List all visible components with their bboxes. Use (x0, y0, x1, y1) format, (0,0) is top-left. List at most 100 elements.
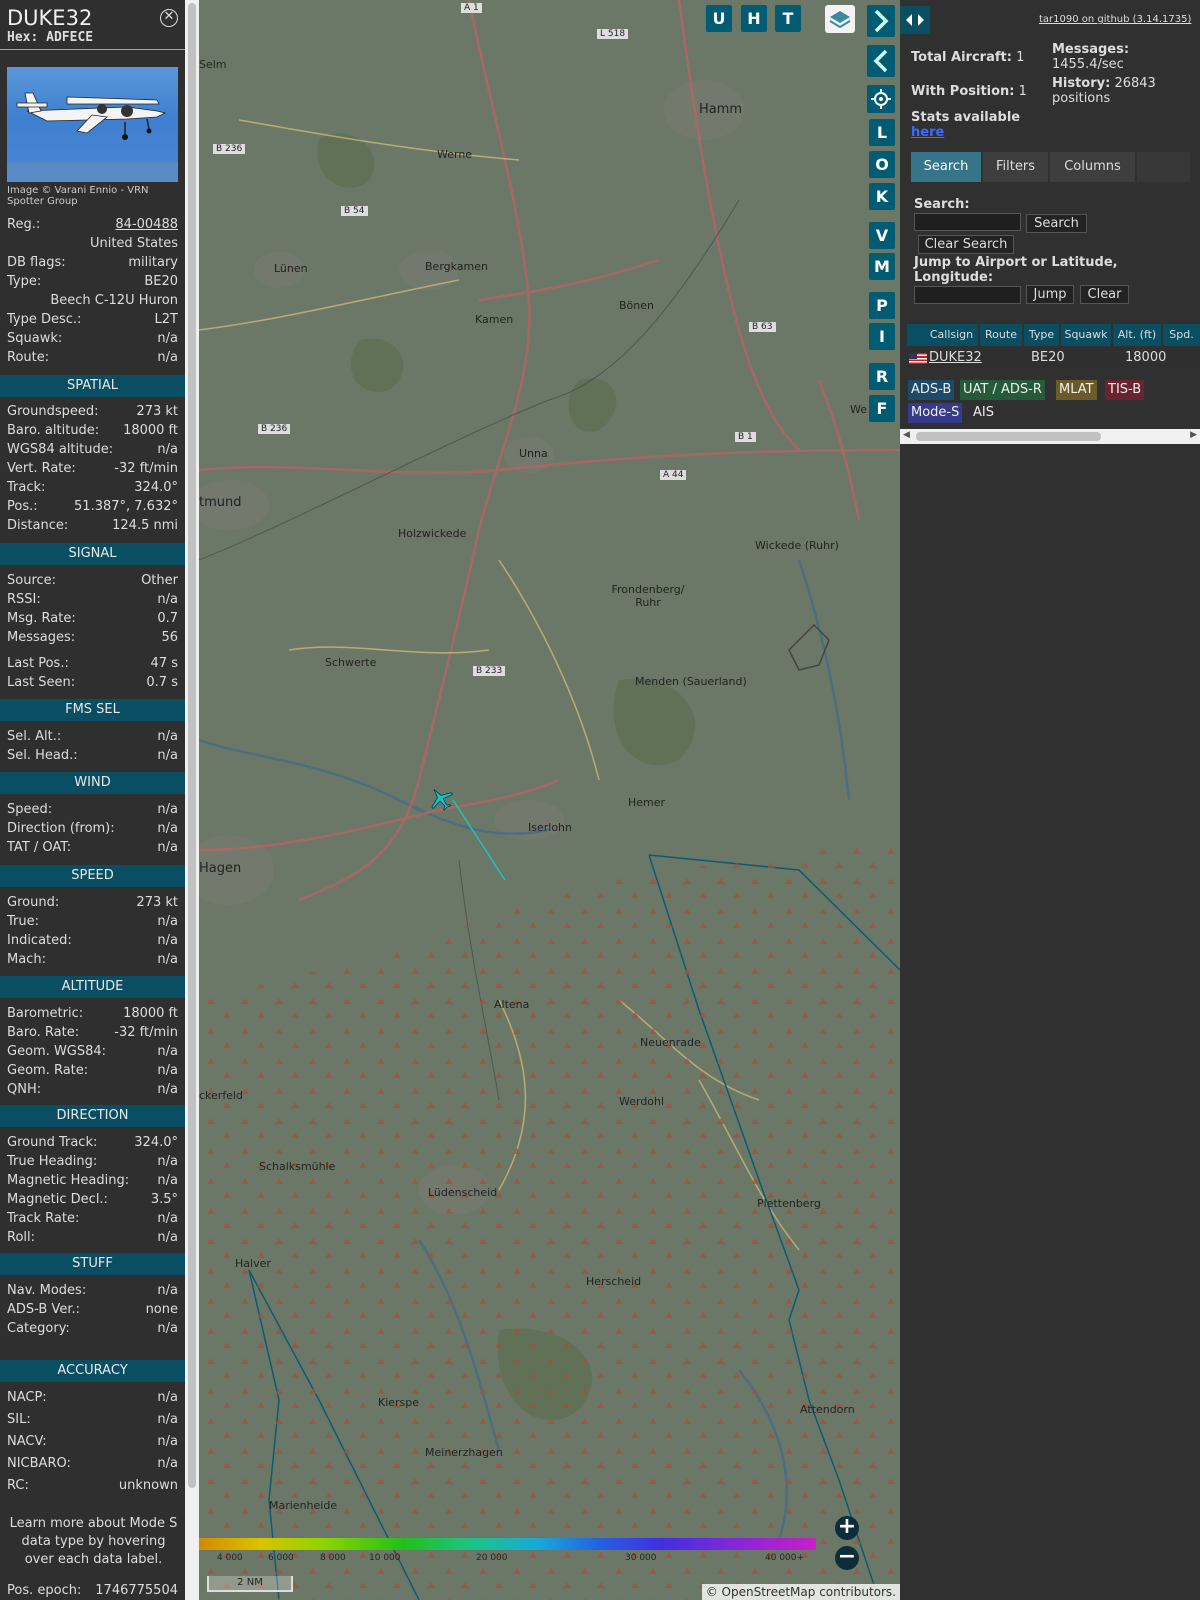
photo-credit: Image © Varani Ennio - VRN Spotter Group (7, 185, 149, 207)
attribution-link[interactable]: OpenStreetMap (722, 1585, 816, 1599)
map-label: Kierspe (378, 1396, 420, 1409)
table-header[interactable]: Spd. (1163, 324, 1200, 346)
source-tag[interactable]: TIS-B (1105, 380, 1145, 400)
table-horizontal-scrollbar[interactable]: ◀ ▶ (900, 429, 1200, 444)
table-header[interactable]: Route (980, 324, 1022, 346)
info-row: NACV: n/a (7, 1432, 178, 1451)
scroll-right-arrow[interactable]: ▶ (1190, 430, 1197, 440)
chevron-right-icon[interactable] (867, 5, 895, 37)
tab-search[interactable]: Search (911, 152, 981, 182)
scroll-left-arrow[interactable]: ◀ (903, 430, 910, 440)
info-row: Groundspeed: 273 kt (7, 402, 178, 421)
map-label: Meinerzhagen (425, 1446, 503, 1459)
close-icon[interactable]: ✕ (160, 9, 178, 27)
tab-filters[interactable]: Filters (983, 152, 1048, 182)
zoom-out-button[interactable]: − (835, 1546, 859, 1570)
source-tag[interactable]: ADS-B (908, 380, 955, 400)
info-row: Geom. Rate: n/a (7, 1061, 178, 1080)
section-header-signal[interactable]: SIGNAL (0, 543, 185, 565)
table-header[interactable]: Callsign (925, 324, 978, 346)
road-label: B 63 (749, 322, 776, 332)
map-button-l[interactable]: L (869, 119, 895, 146)
info-row-label: NACV: (7, 1434, 47, 1449)
info-row-value: 3.5° (150, 1192, 178, 1207)
info-row: Magnetic Decl.: 3.5° (7, 1190, 178, 1209)
gear-icon[interactable] (867, 85, 895, 113)
map-button-m[interactable]: M (869, 253, 895, 280)
section-header-wind[interactable]: WIND (0, 772, 185, 794)
hex-label: Hex: (7, 30, 39, 45)
road-label: B 236 (258, 424, 291, 434)
section-header-direction[interactable]: DIRECTION (0, 1105, 185, 1127)
info-row: Reg.: 84-00488 (7, 215, 178, 234)
layers-icon[interactable] (825, 5, 855, 33)
info-row-label: Pos.: (7, 499, 38, 514)
map-button-f[interactable]: F (869, 395, 895, 422)
info-row-label: Barometric: (7, 1006, 84, 1021)
total-aircraft-label: Total Aircraft: (911, 50, 1012, 65)
map-button-u[interactable]: U (706, 5, 732, 32)
section-header-stuff[interactable]: STUFF (0, 1253, 185, 1275)
section-header-fms[interactable]: FMS SEL (0, 699, 185, 721)
map-button-h[interactable]: H (741, 5, 767, 32)
stats-link[interactable]: here (911, 125, 944, 140)
with-position-label: With Position: (911, 84, 1015, 99)
table-header[interactable]: Squawk (1061, 324, 1111, 346)
search-label: Search: (914, 197, 970, 212)
info-row-value: n/a (157, 592, 178, 607)
info-row-value[interactable]: 84-00488 (115, 215, 178, 234)
map-button-o[interactable]: O (869, 151, 895, 178)
search-input[interactable] (914, 213, 1021, 231)
source-tag[interactable]: Mode-S (908, 403, 963, 423)
info-row: True: n/a (7, 912, 178, 931)
map-label: Werdohl (619, 1095, 665, 1108)
source-tag[interactable]: MLAT (1056, 380, 1097, 400)
map-button-r[interactable]: R (869, 363, 895, 390)
flag-canton (909, 353, 917, 359)
scrollbar-thumb[interactable] (916, 432, 1101, 441)
table-row[interactable]: DUKE32 BE20 18000 (907, 348, 1200, 368)
jump-input[interactable] (914, 286, 1021, 304)
info-row: ADS-B Ver.: none (7, 1300, 178, 1319)
clear-button[interactable]: Clear (1080, 285, 1129, 304)
section-header-accuracy[interactable]: ACCURACY (0, 1360, 185, 1382)
messages-rate: Messages: 1455.4/sec (1052, 42, 1192, 72)
info-row-label: Geom. Rate: (7, 1063, 89, 1078)
source-tag[interactable]: AIS (970, 403, 997, 423)
table-header[interactable]: Alt. (ft) (1113, 324, 1161, 346)
altitude-scale-label: 40 000+ (765, 1553, 805, 1563)
jump-button[interactable]: Jump (1026, 285, 1074, 304)
info-row-value: n/a (157, 933, 178, 948)
tab-columns[interactable]: Columns (1050, 152, 1135, 182)
table-header[interactable]: Type (1024, 324, 1059, 346)
info-row-label: ADS-B Ver.: (7, 1302, 80, 1317)
source-tag[interactable]: UAT / ADS-R (960, 380, 1045, 400)
map-button-p[interactable]: P (869, 292, 895, 319)
section-header-spatial[interactable]: SPATIAL (0, 375, 185, 397)
map-label: Hagen (199, 861, 242, 876)
scrollbar-thumb[interactable] (188, 3, 196, 1488)
aircraft-photo[interactable] (7, 67, 178, 182)
map[interactable]: Selm Werne Hamm Lünen Bergkamen Kamen Bö… (199, 0, 900, 1600)
info-row-label: Roll: (7, 1230, 36, 1245)
info-row-label: Nav. Modes: (7, 1283, 87, 1298)
zoom-in-button[interactable]: + (835, 1516, 859, 1540)
map-button-k[interactable]: K (869, 183, 895, 210)
info-row-value: n/a (157, 840, 178, 855)
section-header-speed[interactable]: SPEED (0, 865, 185, 887)
split-arrows-icon[interactable] (900, 6, 930, 34)
chevron-left-icon[interactable] (867, 45, 895, 77)
github-link[interactable]: tar1090 on github (3.14.1735) (1039, 14, 1191, 25)
info-row-value: n/a (157, 821, 178, 836)
cell-callsign[interactable]: DUKE32 (929, 348, 982, 368)
section-header-altitude[interactable]: ALTITUDE (0, 976, 185, 998)
map-button-t[interactable]: T (775, 5, 801, 32)
map-button-i[interactable]: I (869, 323, 895, 350)
map-button-v[interactable]: V (869, 222, 895, 249)
clear-search-button[interactable]: Clear Search (918, 235, 1014, 254)
aircraft-icon[interactable] (428, 786, 454, 812)
info-row-value: 51.387°, 7.632° (74, 499, 178, 514)
info-row: Last Seen: 0.7 s (7, 673, 178, 692)
search-button[interactable]: Search (1026, 214, 1087, 233)
info-scrollbar[interactable] (185, 0, 199, 1600)
